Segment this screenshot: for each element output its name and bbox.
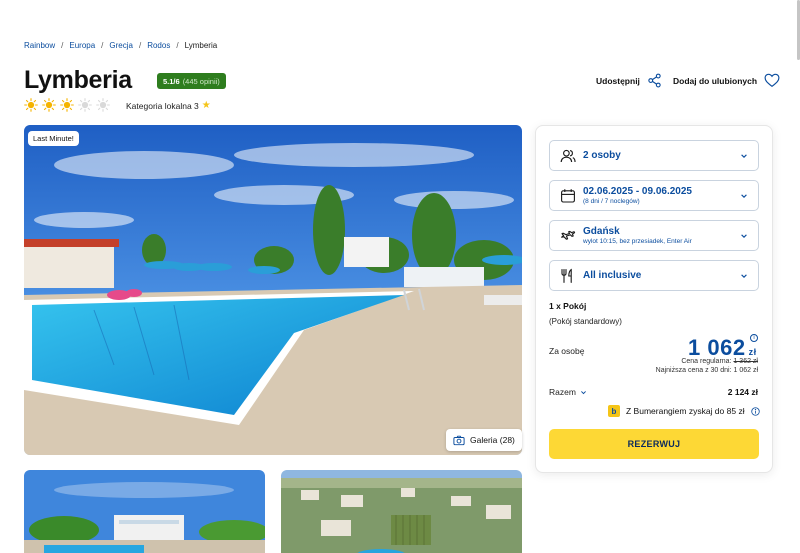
local-category: Kategoria lokalna 3 ★ bbox=[126, 100, 211, 111]
breadcrumb-separator: / bbox=[101, 41, 104, 50]
lowest-price-30-days: Najniższa cena z 30 dni: 1 062 zł bbox=[655, 367, 758, 374]
total-label: Razem bbox=[549, 387, 576, 397]
total-value: 2 124 zł bbox=[727, 387, 758, 397]
cutlery-icon bbox=[561, 268, 572, 283]
chevron-down-icon bbox=[741, 273, 747, 278]
bumerang-promo: b Z Bumerangiem zyskaj do 85 zł bbox=[608, 405, 760, 417]
price-currency: zł bbox=[748, 347, 757, 357]
hotel-main-photo[interactable] bbox=[24, 125, 522, 455]
share-button[interactable]: Udostępnij bbox=[596, 73, 662, 88]
breadcrumb-item-rainbow[interactable]: Rainbow bbox=[24, 41, 55, 50]
hotel-thumbnail-photo[interactable] bbox=[24, 470, 265, 553]
rating-badge[interactable]: 5.1/6 (445 opinii) bbox=[157, 73, 226, 89]
dates-select[interactable]: 02.06.2025 - 09.06.2025 (8 dni / 7 nocle… bbox=[549, 180, 759, 211]
favorite-label: Dodaj do ulubionych bbox=[673, 75, 758, 86]
regular-price-value: 1 362 zł bbox=[733, 358, 758, 365]
breadcrumb-separator: / bbox=[61, 41, 64, 50]
bumerang-text: Z Bumerangiem zyskaj do 85 zł bbox=[626, 406, 745, 416]
last-minute-badge: Last Minute! bbox=[28, 131, 79, 146]
camera-icon bbox=[453, 435, 465, 445]
regular-price-label: Cena regularna: bbox=[681, 358, 732, 365]
board-value: All inclusive bbox=[583, 269, 642, 281]
local-category-label: Kategoria lokalna 3 bbox=[126, 100, 199, 111]
info-icon[interactable]: i bbox=[750, 334, 758, 342]
chevron-down-icon bbox=[580, 390, 586, 394]
dates-value: 02.06.2025 - 09.06.2025 bbox=[583, 185, 692, 197]
per-person-label: Za osobę bbox=[549, 346, 585, 356]
breadcrumb-separator: / bbox=[176, 41, 179, 50]
gallery-button[interactable]: Galeria (28) bbox=[446, 429, 522, 451]
chevron-down-icon bbox=[741, 233, 747, 238]
favorite-button[interactable]: Dodaj do ulubionych bbox=[673, 73, 780, 88]
breadcrumb-current: Lymberia bbox=[184, 41, 218, 50]
star-icon: ★ bbox=[201, 100, 211, 111]
sun-empty-icon bbox=[78, 98, 92, 112]
room-quantity: 1 x Pokój bbox=[549, 301, 587, 311]
room-type: (Pokój standardowy) bbox=[549, 317, 622, 326]
sun-rating bbox=[24, 98, 110, 112]
persons-value: 2 osoby bbox=[583, 149, 621, 161]
people-icon bbox=[560, 149, 576, 162]
airplane-icon bbox=[561, 230, 576, 240]
sun-filled-icon bbox=[60, 98, 74, 112]
regular-price: Cena regularna: 1 362 zł bbox=[681, 358, 758, 365]
pool-photo bbox=[24, 125, 522, 455]
share-label: Udostępnij bbox=[596, 75, 640, 86]
departure-details: wylot 10:15, bez przesiadek, Enter Air bbox=[583, 237, 692, 245]
gallery-label: Galeria (28) bbox=[470, 435, 515, 445]
hotel-title: Lymberia bbox=[24, 66, 132, 94]
info-icon[interactable] bbox=[750, 406, 760, 416]
sun-empty-icon bbox=[96, 98, 110, 112]
aerial-view-photo bbox=[281, 470, 522, 553]
sun-filled-icon bbox=[24, 98, 38, 112]
dates-duration: (8 dni / 7 noclegów) bbox=[583, 197, 640, 205]
departure-select[interactable]: Gdańsk wylot 10:15, bez przesiadek, Ente… bbox=[549, 220, 759, 251]
resort-building-photo bbox=[24, 470, 265, 553]
breadcrumb: Rainbow / Europa / Grecja / Rodos / Lymb… bbox=[24, 41, 217, 50]
rating-reviews-count: (445 opinii) bbox=[182, 76, 220, 86]
breadcrumb-item-europa[interactable]: Europa bbox=[69, 41, 95, 50]
departure-city: Gdańsk bbox=[583, 225, 620, 237]
total-toggle[interactable]: Razem bbox=[549, 387, 587, 397]
rating-score: 5.1/6 bbox=[163, 76, 180, 86]
bumerang-logo-icon: b bbox=[608, 405, 620, 417]
reserve-button[interactable]: REZERWUJ bbox=[549, 429, 759, 459]
breadcrumb-separator: / bbox=[138, 41, 142, 50]
breadcrumb-item-grecja[interactable]: Grecja bbox=[109, 41, 133, 50]
board-select[interactable]: All inclusive bbox=[549, 260, 759, 291]
booking-panel bbox=[535, 125, 773, 473]
share-icon bbox=[648, 73, 661, 88]
breadcrumb-item-rodos[interactable]: Rodos bbox=[147, 41, 170, 50]
persons-select[interactable]: 2 osoby bbox=[549, 140, 759, 171]
area-thumbnail-photo[interactable] bbox=[281, 470, 522, 553]
heart-icon bbox=[764, 73, 780, 88]
chevron-down-icon bbox=[741, 153, 747, 158]
calendar-icon bbox=[561, 188, 575, 203]
chevron-down-icon bbox=[741, 193, 747, 198]
sun-filled-icon bbox=[42, 98, 56, 112]
